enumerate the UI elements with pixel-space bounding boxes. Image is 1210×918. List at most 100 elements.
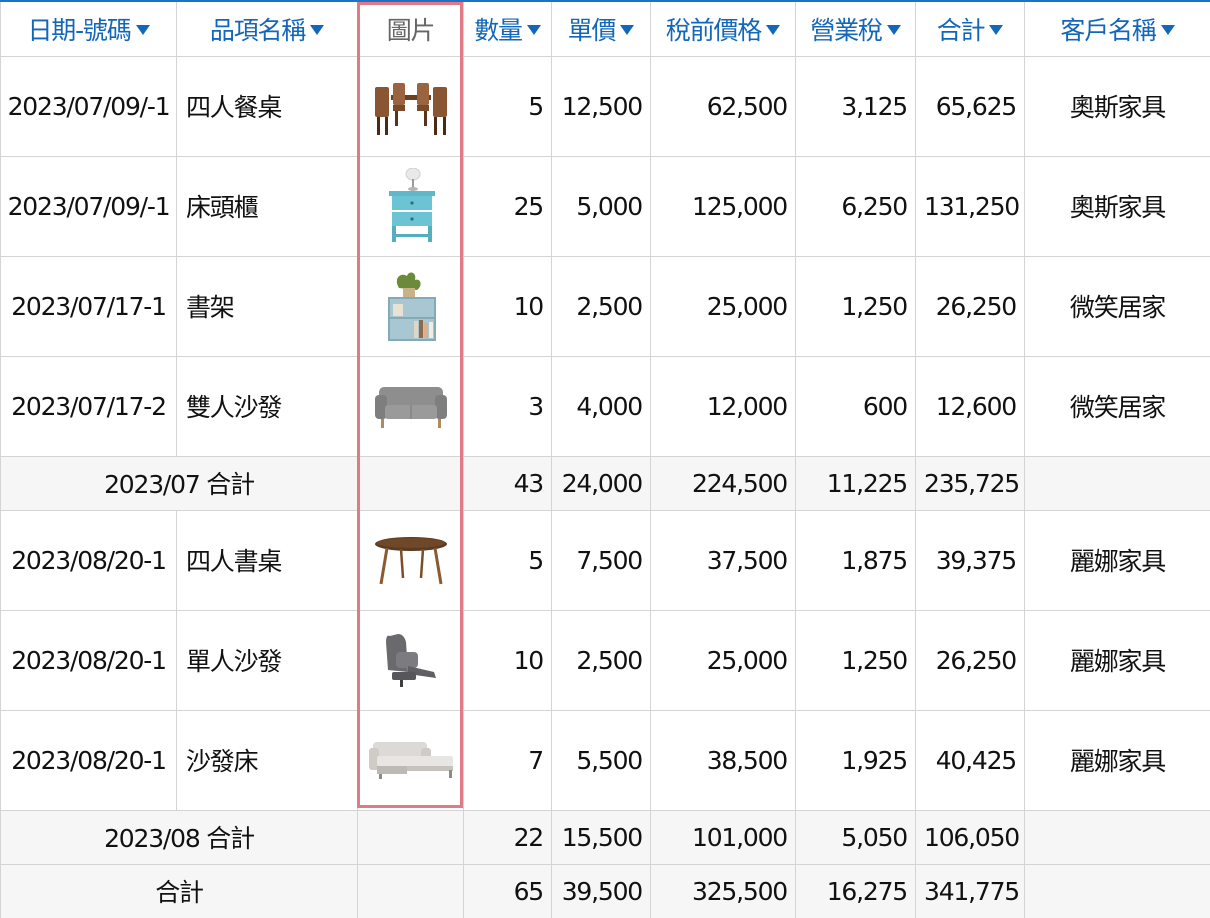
filter-dropdown-icon[interactable] xyxy=(1160,24,1175,35)
table-row[interactable]: 2023/07/17-1 書架 10 2,500 25,000 1,250 26… xyxy=(0,255,1210,357)
cell-item: 四人書桌 xyxy=(176,509,358,611)
cell-price: 7,500 xyxy=(551,509,651,611)
table-row[interactable]: 2023/07/17-2 雙人沙發 3 4,000 12,000 600 12,… xyxy=(0,355,1210,457)
filter-dropdown-icon[interactable] xyxy=(135,24,150,35)
header-tax[interactable]: 營業稅 xyxy=(795,0,916,57)
header-total[interactable]: 合計 xyxy=(915,0,1025,57)
cell-image xyxy=(357,255,464,357)
table-row[interactable]: 2023/08/20-1 四人書桌 5 7,500 37,500 1,875 3… xyxy=(0,509,1210,611)
cell-date: 2023/07/09/-1 xyxy=(0,55,177,157)
subtotal-qty: 43 xyxy=(463,455,552,511)
cell-item: 雙人沙發 xyxy=(176,355,358,457)
filter-dropdown-icon[interactable] xyxy=(989,24,1004,35)
cell-pretax: 25,000 xyxy=(650,255,796,357)
cell-customer: 麗娜家具 xyxy=(1024,509,1210,611)
table-row[interactable]: 2023/07/09/-1 四人餐桌 5 12,500 62,500 3,125… xyxy=(0,55,1210,157)
sales-table-view: 日期-號碼 品項名稱 圖片 數量 單價 稅前價格 營業稅 合計 客戶名稱 202… xyxy=(0,0,1210,918)
cell-customer: 麗娜家具 xyxy=(1024,609,1210,711)
table-row[interactable]: 2023/07/09/-1 床頭櫃 25 5,000 125,000 6,250… xyxy=(0,155,1210,257)
cell-date: 2023/08/20-1 xyxy=(0,609,177,711)
subtotal-total: 235,725 xyxy=(915,455,1025,511)
filter-dropdown-icon[interactable] xyxy=(526,24,541,35)
sofa-bed-image xyxy=(368,742,453,779)
subtotal-tax: 5,050 xyxy=(795,809,916,865)
cell-pretax: 37,500 xyxy=(650,509,796,611)
cell-customer: 奧斯家具 xyxy=(1024,55,1210,157)
grand-total-pretax: 325,500 xyxy=(650,863,796,918)
cell-qty: 25 xyxy=(463,155,552,257)
table-row[interactable]: 2023/08/20-1 沙發床 7 5,500 38,500 1,925 40… xyxy=(0,709,1210,811)
subtotal-row-july: 2023/07 合計 43 24,000 224,500 11,225 235,… xyxy=(0,455,1210,511)
cell-total: 12,600 xyxy=(915,355,1025,457)
filter-dropdown-icon[interactable] xyxy=(310,24,325,35)
cell-image-empty xyxy=(357,809,464,865)
cell-image xyxy=(357,355,464,457)
grand-total-row: 合計 65 39,500 325,500 16,275 341,775 xyxy=(0,863,1210,918)
subtotal-tax: 11,225 xyxy=(795,455,916,511)
cell-tax: 1,875 xyxy=(795,509,916,611)
cell-total: 39,375 xyxy=(915,509,1025,611)
subtotal-price: 24,000 xyxy=(551,455,651,511)
header-image: 圖片 xyxy=(357,0,464,57)
header-customer[interactable]: 客戶名稱 xyxy=(1024,0,1210,57)
cell-pretax: 12,000 xyxy=(650,355,796,457)
subtotal-qty: 22 xyxy=(463,809,552,865)
header-date[interactable]: 日期-號碼 xyxy=(0,0,177,57)
cell-item: 床頭櫃 xyxy=(176,155,358,257)
cell-tax: 1,925 xyxy=(795,709,916,811)
loveseat-image xyxy=(374,387,447,428)
cell-qty: 5 xyxy=(463,55,552,157)
grand-total-qty: 65 xyxy=(463,863,552,918)
cell-price: 2,500 xyxy=(551,255,651,357)
cell-pretax: 125,000 xyxy=(650,155,796,257)
cell-customer: 奧斯家具 xyxy=(1024,155,1210,257)
cell-price: 5,500 xyxy=(551,709,651,811)
cell-customer: 麗娜家具 xyxy=(1024,709,1210,811)
cell-total: 26,250 xyxy=(915,255,1025,357)
bookshelf-image xyxy=(387,272,436,341)
subtotal-label: 2023/08 合計 xyxy=(0,809,358,865)
cell-total: 65,625 xyxy=(915,55,1025,157)
cell-pretax: 38,500 xyxy=(650,709,796,811)
cell-tax: 1,250 xyxy=(795,255,916,357)
cell-customer-empty xyxy=(1024,809,1210,865)
header-price[interactable]: 單價 xyxy=(551,0,651,57)
cell-total: 131,250 xyxy=(915,155,1025,257)
cell-date: 2023/08/20-1 xyxy=(0,509,177,611)
cell-pretax: 25,000 xyxy=(650,609,796,711)
filter-dropdown-icon[interactable] xyxy=(766,24,781,35)
cell-total: 40,425 xyxy=(915,709,1025,811)
cell-date: 2023/07/09/-1 xyxy=(0,155,177,257)
cell-customer-empty xyxy=(1024,863,1210,918)
cell-qty: 5 xyxy=(463,509,552,611)
subtotal-pretax: 101,000 xyxy=(650,809,796,865)
cell-item: 單人沙發 xyxy=(176,609,358,711)
cell-qty: 3 xyxy=(463,355,552,457)
cell-qty: 7 xyxy=(463,709,552,811)
cell-tax: 600 xyxy=(795,355,916,457)
cell-price: 12,500 xyxy=(551,55,651,157)
header-row: 日期-號碼 品項名稱 圖片 數量 單價 稅前價格 營業稅 合計 客戶名稱 xyxy=(0,0,1210,57)
grand-total-total: 341,775 xyxy=(915,863,1025,918)
cell-price: 2,500 xyxy=(551,609,651,711)
table-row[interactable]: 2023/08/20-1 單人沙發 10 2,500 25,000 1,250 … xyxy=(0,609,1210,711)
filter-dropdown-icon[interactable] xyxy=(620,24,635,35)
header-qty[interactable]: 數量 xyxy=(463,0,552,57)
cell-price: 5,000 xyxy=(551,155,651,257)
cell-image-empty xyxy=(357,455,464,511)
grand-total-tax: 16,275 xyxy=(795,863,916,918)
grand-total-label: 合計 xyxy=(0,863,358,918)
subtotal-total: 106,050 xyxy=(915,809,1025,865)
cell-customer: 微笑居家 xyxy=(1024,355,1210,457)
cell-price: 4,000 xyxy=(551,355,651,457)
filter-dropdown-icon[interactable] xyxy=(886,24,901,35)
cell-tax: 6,250 xyxy=(795,155,916,257)
header-pretax[interactable]: 稅前價格 xyxy=(650,0,796,57)
cell-image-empty xyxy=(357,863,464,918)
cell-customer: 微笑居家 xyxy=(1024,255,1210,357)
cell-qty: 10 xyxy=(463,609,552,711)
header-item[interactable]: 品項名稱 xyxy=(176,0,358,57)
cell-customer-empty xyxy=(1024,455,1210,511)
cell-date: 2023/08/20-1 xyxy=(0,709,177,811)
cell-image xyxy=(357,509,464,611)
